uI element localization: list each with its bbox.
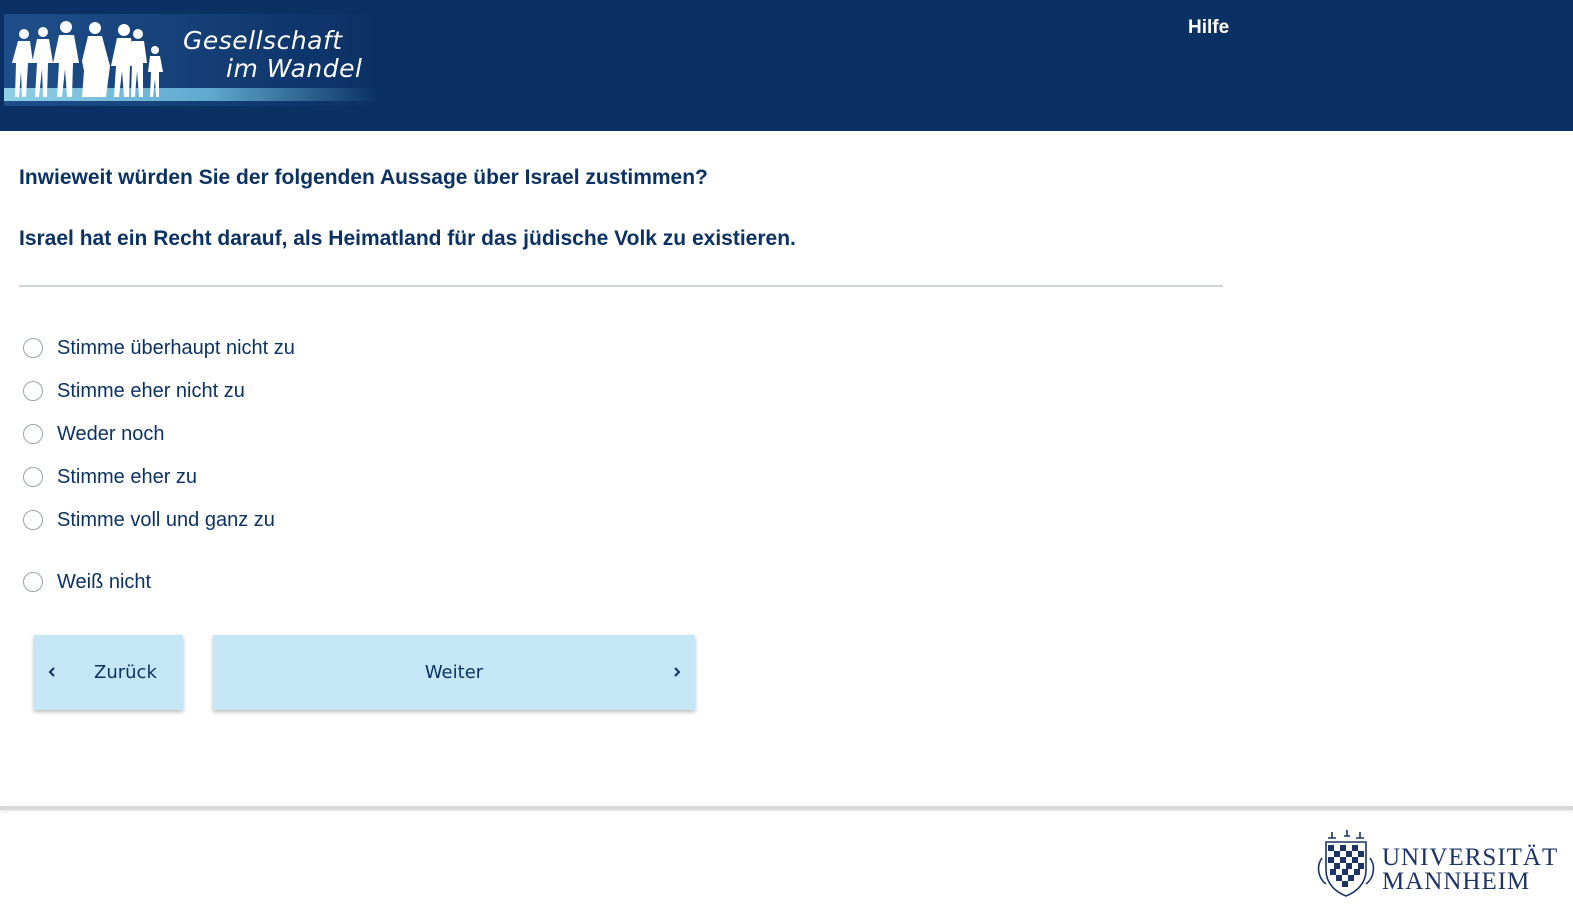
option-stimme-eher-nicht-zu[interactable]: Stimme eher nicht zu <box>23 379 245 403</box>
help-link[interactable]: Hilfe <box>1188 17 1229 39</box>
option-stimme-voll-und-ganz-zu[interactable]: Stimme voll und ganz zu <box>23 508 275 532</box>
header-bar: Gesellschaft im Wandel Hilfe <box>0 0 1573 131</box>
question-text: Inwieweit würden Sie der folgenden Aussa… <box>19 166 708 189</box>
back-button[interactable]: Zurück <box>34 635 183 710</box>
option-weiss-nicht[interactable]: Weiß nicht <box>23 570 151 594</box>
chevron-right-icon <box>674 667 681 677</box>
footer-divider <box>0 806 1573 810</box>
logo-text-line2: im Wandel <box>226 54 363 83</box>
radio-button[interactable] <box>23 467 43 487</box>
option-label: Stimme eher zu <box>57 465 198 488</box>
gesellschaft-im-wandel-logo: Gesellschaft im Wandel <box>4 14 378 106</box>
logo-text-line1: Gesellschaft <box>183 26 343 55</box>
next-button[interactable]: Weiter <box>213 635 695 710</box>
radio-button[interactable] <box>23 510 43 530</box>
option-stimme-ueberhaupt-nicht-zu[interactable]: Stimme überhaupt nicht zu <box>23 336 295 360</box>
option-label: Weiß nicht <box>57 570 152 593</box>
radio-button[interactable] <box>23 338 43 358</box>
option-weder-noch[interactable]: Weder noch <box>23 422 164 446</box>
option-label: Stimme voll und ganz zu <box>57 508 275 531</box>
option-label: Stimme eher nicht zu <box>57 379 245 402</box>
divider <box>19 285 1223 287</box>
radio-button[interactable] <box>23 572 43 592</box>
statement-text: Israel hat ein Recht darauf, als Heimatl… <box>19 227 796 250</box>
university-crest-icon <box>1317 830 1375 897</box>
option-label: Stimme überhaupt nicht zu <box>57 336 295 359</box>
radio-button[interactable] <box>23 381 43 401</box>
university-name-line2: MANNHEIM <box>1382 868 1531 895</box>
radio-button[interactable] <box>23 424 43 444</box>
option-stimme-eher-zu[interactable]: Stimme eher zu <box>23 465 197 489</box>
chevron-left-icon <box>48 667 55 677</box>
next-button-label: Weiter <box>424 662 484 683</box>
back-button-label: Zurück <box>94 662 157 683</box>
universitaet-mannheim-logo: UNIVERSITÄT MANNHEIM <box>1314 828 1570 900</box>
option-label: Weder noch <box>57 422 165 445</box>
